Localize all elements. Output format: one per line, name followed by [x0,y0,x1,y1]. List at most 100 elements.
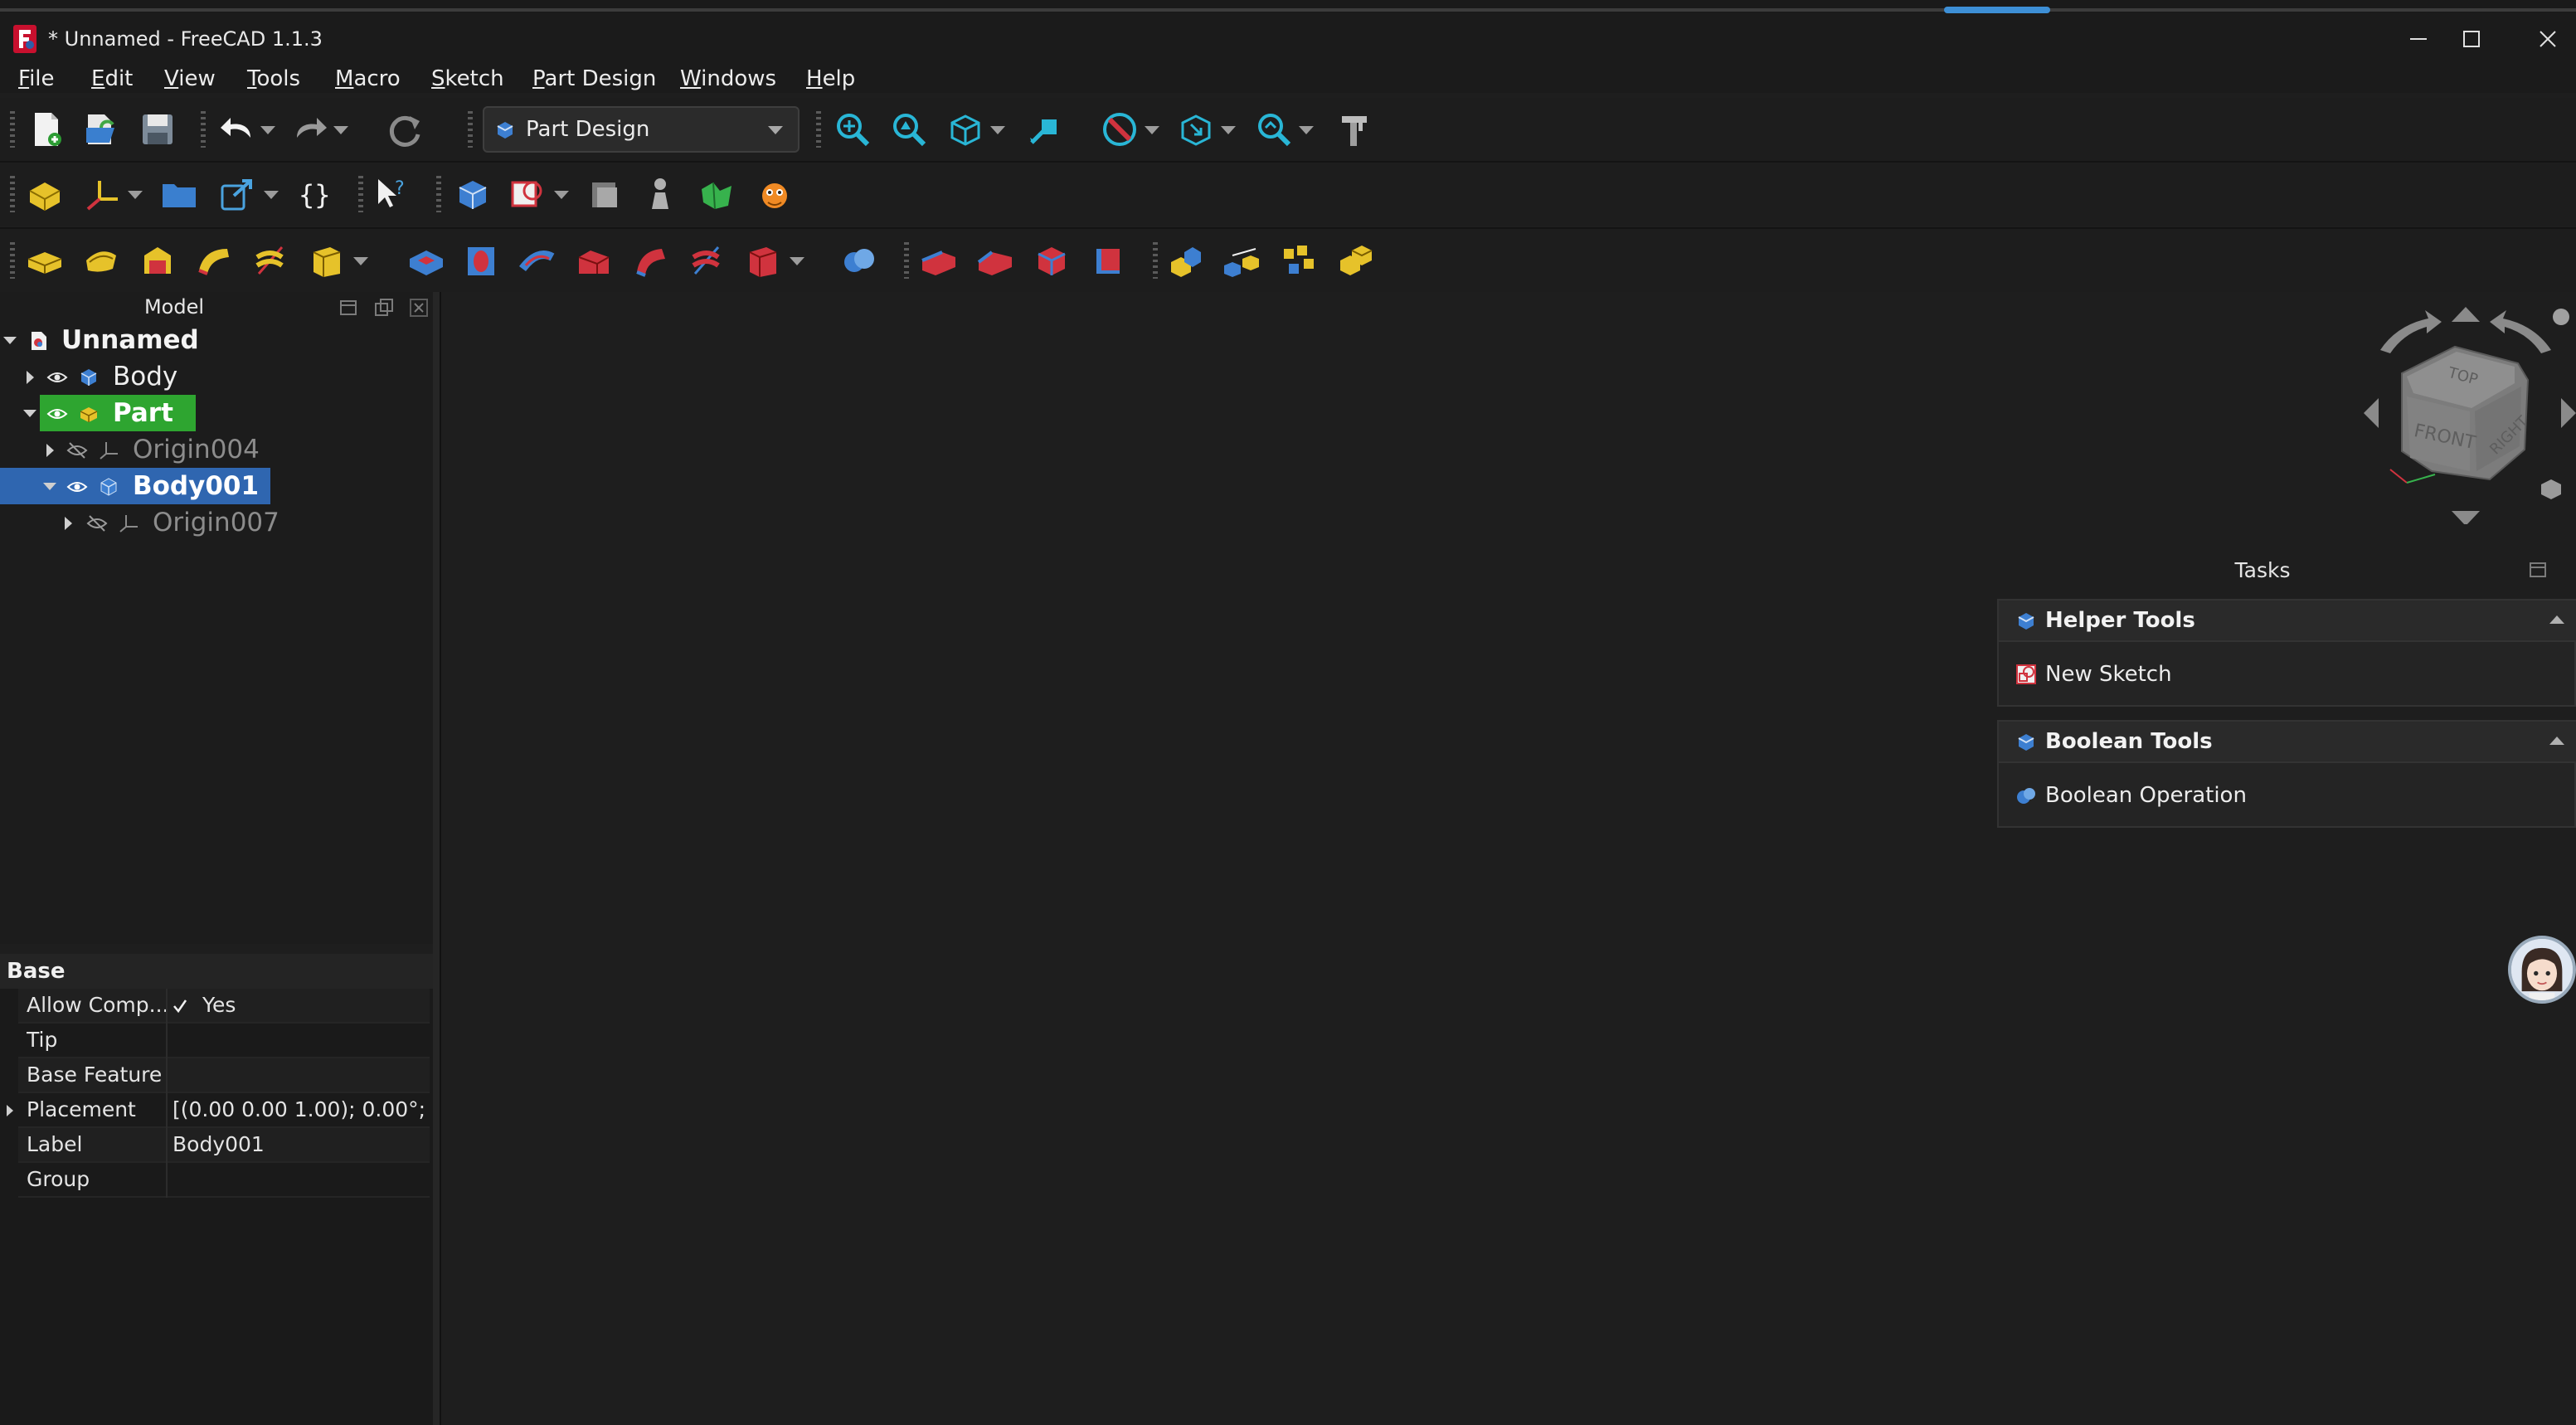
panel-close-icon[interactable] [408,297,430,319]
additive-primitive-icon[interactable] [307,241,347,280]
close-button[interactable] [2510,13,2576,65]
refresh-icon[interactable] [385,109,425,149]
arrow-down-icon[interactable] [2452,511,2480,524]
chevron-up-icon[interactable] [2549,615,2564,624]
tree-item-body001[interactable]: Body001 [0,468,440,504]
groove-icon[interactable] [518,241,557,280]
new-document-icon[interactable] [27,109,66,149]
assistant-avatar[interactable] [2508,936,2576,1004]
boolean-tools-header[interactable]: Boolean Tools [1999,722,2576,763]
tree-item-part[interactable]: Part [0,395,440,431]
open-document-icon[interactable] [81,109,121,149]
eye-hidden-icon[interactable] [66,440,88,461]
subtractive-helix-icon[interactable] [687,241,727,280]
property-row[interactable]: Label Body001 [18,1128,430,1163]
tree-item-origin007[interactable]: Origin007 [0,504,440,541]
toolbar-grip[interactable] [358,176,363,212]
navcube-menu-icon[interactable] [2553,309,2569,325]
standard-views-dropdown-arrow[interactable] [989,109,1005,149]
eye-hidden-icon[interactable] [86,513,108,534]
toolbar-grip[interactable] [10,176,15,212]
toolbar-grip[interactable] [468,111,473,148]
link-actions-dropdown-arrow[interactable] [262,174,279,214]
eye-icon[interactable] [46,403,68,425]
tree-item-origin004[interactable]: Origin004 [0,431,440,468]
zoom-icon[interactable] [1254,109,1294,149]
redo-dropdown-arrow[interactable] [332,109,348,149]
create-part-icon[interactable] [25,174,65,214]
menu-view[interactable]: View [164,65,216,93]
subtractive-loft-icon[interactable] [574,241,614,280]
additive-helix-icon[interactable] [250,241,290,280]
link-actions-icon[interactable] [217,174,257,214]
caliper-icon[interactable] [1334,109,1373,149]
panel-undock-icon[interactable] [338,297,360,319]
maximize-button[interactable] [2433,13,2510,65]
chevron-up-icon[interactable] [2549,737,2564,745]
panel-undock-icon[interactable] [2528,559,2549,581]
property-row[interactable]: Group [18,1163,430,1198]
property-row[interactable]: Placement [(0.00 0.00 1.00); 0.00°; (... [7,1093,430,1128]
figure-icon[interactable] [640,174,680,214]
toolbar-grip[interactable] [10,111,15,148]
menu-help[interactable]: Help [806,65,855,93]
toolbar-grip[interactable] [436,176,441,212]
selection-filter-icon[interactable] [1176,109,1216,149]
subtractive-primitive-dropdown-arrow[interactable] [788,241,804,280]
menu-part-design[interactable]: Part Design [532,65,656,93]
draft-icon[interactable] [1032,241,1072,280]
boolean-operation-action[interactable]: Boolean Operation [1999,765,2576,826]
shape-binder-icon[interactable] [508,174,547,214]
clone-icon[interactable] [586,174,625,214]
toolbar-grip[interactable] [201,111,206,148]
panel-float-icon[interactable] [373,297,395,319]
toolbar-grip[interactable] [816,111,821,148]
additive-pipe-icon[interactable] [194,241,234,280]
3d-viewport[interactable] [441,292,2576,1425]
menu-macro[interactable]: Macro [335,65,401,93]
eye-icon[interactable] [66,476,88,498]
chevron-right-icon[interactable] [65,517,72,530]
property-row[interactable]: Allow Comp... Yes [18,989,430,1024]
variable-set-icon[interactable]: {} [294,174,333,214]
draw-style-icon[interactable] [1100,109,1140,149]
redo-icon[interactable] [290,109,330,149]
whats-this-icon[interactable]: ? [372,174,411,214]
eye-icon[interactable] [46,367,68,388]
create-datum-icon[interactable] [81,174,121,214]
linear-pattern-icon[interactable] [1222,241,1262,280]
mascot-icon[interactable] [755,174,795,214]
tree-item-body[interactable]: Body [0,358,440,395]
datum-dropdown-arrow[interactable] [126,174,143,214]
multitransform-icon[interactable] [1335,241,1375,280]
menu-file[interactable]: File [18,65,55,93]
revolution-icon[interactable] [81,241,121,280]
boolean-icon[interactable] [839,241,879,280]
toolbar-grip[interactable] [1153,242,1158,279]
save-document-icon[interactable] [138,109,177,149]
assembly-icon[interactable] [697,174,736,214]
standard-views-icon[interactable] [945,109,985,149]
pad-icon[interactable] [25,241,65,280]
chamfer-icon[interactable] [975,241,1015,280]
toolbar-grip[interactable] [904,242,909,279]
polar-pattern-icon[interactable] [1279,241,1319,280]
toolbar-grip[interactable] [10,242,15,279]
menu-edit[interactable]: Edit [91,65,133,93]
navigation-cube[interactable]: TOP FRONT RIGHT [2355,300,2576,524]
subtractive-primitive-icon[interactable] [743,241,783,280]
create-group-icon[interactable] [159,174,199,214]
checkmark-icon[interactable] [173,999,187,1014]
menu-tools[interactable]: Tools [247,65,300,93]
undo-icon[interactable] [217,109,257,149]
arrow-left-icon[interactable] [2364,398,2379,428]
arrow-up-icon[interactable] [2452,307,2480,322]
new-sketch-action[interactable]: New Sketch [1999,644,2576,705]
property-row[interactable]: Tip [18,1024,430,1058]
chevron-right-icon[interactable] [46,444,54,457]
draw-style-dropdown-arrow[interactable] [1143,109,1159,149]
workbench-selector[interactable]: Part Design [483,106,800,153]
menu-sketch[interactable]: Sketch [431,65,504,93]
fillet-icon[interactable] [919,241,959,280]
shape-binder-dropdown-arrow[interactable] [552,174,569,214]
